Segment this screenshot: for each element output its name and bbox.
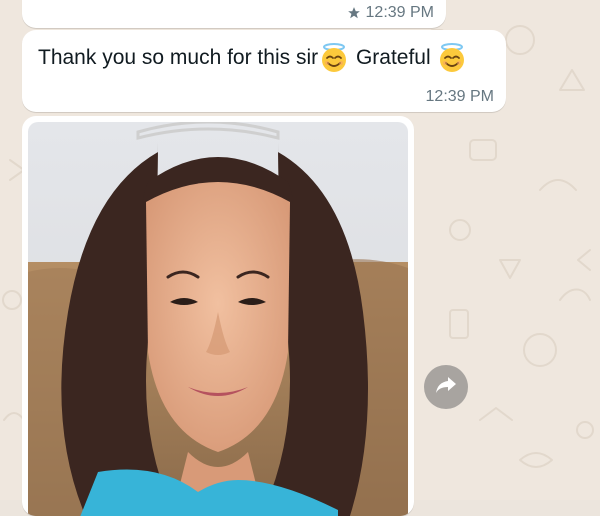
message-text-part2: Grateful: [350, 46, 437, 69]
message-time: 12:39 PM: [425, 88, 494, 105]
message-time: 12:39 PM: [365, 4, 434, 21]
forward-icon: [435, 375, 457, 400]
shared-photo[interactable]: [28, 122, 408, 516]
smiling-face-with-halo-icon: [318, 42, 350, 74]
message-meta: 12:39 PM: [347, 4, 434, 22]
message-bubble-previous[interactable]: 12:39 PM: [22, 0, 446, 28]
message-bubble-thanks[interactable]: Thank you so much for this sir Grateful: [22, 30, 506, 112]
message-text-part1: Thank you so much for this sir: [38, 46, 319, 69]
smiling-face-with-halo-icon: [436, 42, 468, 74]
message-text: Thank you so much for this sir Grateful: [38, 42, 468, 74]
star-icon: [347, 6, 361, 20]
message-bubble-photo[interactable]: [22, 116, 414, 516]
forward-button[interactable]: [424, 365, 468, 409]
